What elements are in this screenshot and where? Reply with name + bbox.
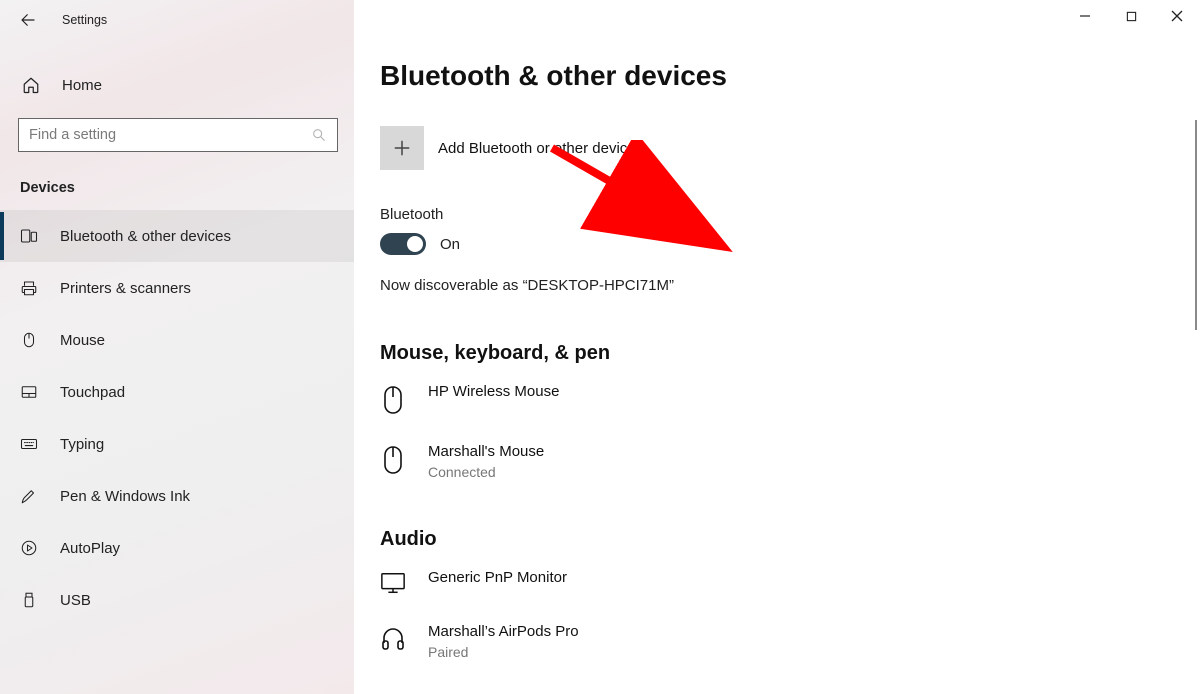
device-item[interactable]: Marshall’s AirPods Pro Paired bbox=[380, 623, 1200, 660]
add-device-label: Add Bluetooth or other device bbox=[438, 140, 636, 157]
search-settings[interactable] bbox=[18, 118, 338, 152]
sidebar-item-label: Pen & Windows Ink bbox=[60, 488, 190, 505]
sidebar-item-label: Typing bbox=[60, 436, 104, 453]
sidebar-item-label: Bluetooth & other devices bbox=[60, 228, 231, 245]
sidebar-item-touchpad[interactable]: Touchpad bbox=[0, 366, 354, 418]
search-icon bbox=[311, 127, 327, 143]
sidebar-item-label: Touchpad bbox=[60, 384, 125, 401]
window-title: Settings bbox=[62, 13, 107, 27]
discoverable-text: Now discoverable as “DESKTOP-HPCI71M” bbox=[380, 277, 1200, 294]
touchpad-icon bbox=[20, 383, 38, 401]
sidebar-item-usb[interactable]: USB bbox=[0, 574, 354, 626]
autoplay-icon bbox=[20, 539, 38, 557]
device-name: Marshall's Mouse bbox=[428, 443, 544, 460]
add-device-button[interactable]: Add Bluetooth or other device bbox=[380, 126, 1200, 170]
sidebar-nav: Bluetooth & other devices Printers & sca… bbox=[0, 210, 354, 626]
sidebar-item-label: Printers & scanners bbox=[60, 280, 191, 297]
device-status: Connected bbox=[428, 464, 544, 480]
sidebar-home[interactable]: Home bbox=[0, 40, 354, 100]
plus-icon bbox=[380, 126, 424, 170]
device-status: Paired bbox=[428, 644, 579, 660]
monitor-icon bbox=[380, 569, 406, 595]
device-item[interactable]: Generic PnP Monitor bbox=[380, 569, 1200, 595]
sidebar-item-pen-windows-ink[interactable]: Pen & Windows Ink bbox=[0, 470, 354, 522]
sidebar-category: Devices bbox=[0, 152, 354, 210]
sidebar-item-label: AutoPlay bbox=[60, 540, 120, 557]
toggle-knob bbox=[407, 236, 423, 252]
main-content: Bluetooth & other devices Add Bluetooth … bbox=[354, 0, 1200, 694]
device-name: HP Wireless Mouse bbox=[428, 383, 559, 400]
mouse-icon bbox=[380, 443, 406, 475]
sidebar-item-autoplay[interactable]: AutoPlay bbox=[0, 522, 354, 574]
search-input[interactable] bbox=[19, 127, 337, 143]
printer-icon bbox=[20, 279, 38, 297]
section-mouse-keyboard-pen: Mouse, keyboard, & pen bbox=[380, 342, 1200, 365]
section-audio: Audio bbox=[380, 528, 1200, 551]
device-name: Marshall’s AirPods Pro bbox=[428, 623, 579, 640]
bluetooth-toggle[interactable] bbox=[380, 233, 426, 255]
pen-icon bbox=[20, 487, 38, 505]
device-item[interactable]: Marshall's Mouse Connected bbox=[380, 443, 1200, 480]
headphones-icon bbox=[380, 623, 406, 651]
sidebar-item-mouse[interactable]: Mouse bbox=[0, 314, 354, 366]
arrow-left-icon bbox=[19, 11, 37, 29]
home-label: Home bbox=[62, 77, 102, 94]
back-button[interactable] bbox=[18, 10, 38, 30]
sidebar-item-label: Mouse bbox=[60, 332, 105, 349]
sidebar-item-printers-scanners[interactable]: Printers & scanners bbox=[0, 262, 354, 314]
device-item[interactable]: HP Wireless Mouse bbox=[380, 383, 1200, 415]
bluetooth-toggle-state: On bbox=[440, 236, 460, 253]
sidebar-item-typing[interactable]: Typing bbox=[0, 418, 354, 470]
page-title: Bluetooth & other devices bbox=[380, 60, 1200, 92]
keyboard-icon bbox=[20, 435, 38, 453]
mouse-icon bbox=[380, 383, 406, 415]
mouse-icon bbox=[20, 331, 38, 349]
sidebar-item-label: USB bbox=[60, 592, 91, 609]
bluetooth-label: Bluetooth bbox=[380, 206, 1200, 223]
home-icon bbox=[22, 76, 40, 94]
devices-icon bbox=[20, 227, 38, 245]
sidebar-item-bluetooth-devices[interactable]: Bluetooth & other devices bbox=[0, 210, 354, 262]
sidebar: Settings Home Devices Bluetooth & oth bbox=[0, 0, 354, 694]
device-name: Generic PnP Monitor bbox=[428, 569, 567, 586]
usb-icon bbox=[20, 591, 38, 609]
